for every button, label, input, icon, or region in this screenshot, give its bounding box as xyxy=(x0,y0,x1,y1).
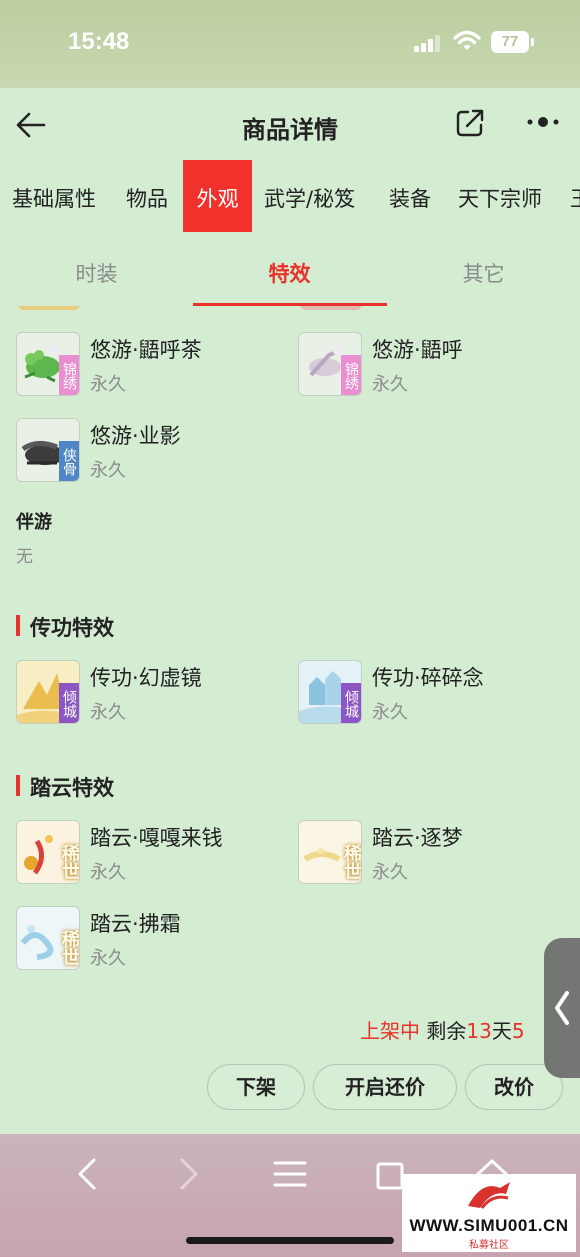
rarity-tag: 稀世 xyxy=(59,844,80,880)
effect-item[interactable]: 稀世 踏云·拂霜 永久 xyxy=(16,906,276,972)
effect-duration: 永久 xyxy=(90,862,126,883)
effect-duration: 永久 xyxy=(90,948,126,969)
effect-duration: 永久 xyxy=(372,702,408,723)
action-bar: 下架 开启还价 改价 xyxy=(0,1064,580,1112)
tab-overflow[interactable]: 王 xyxy=(570,160,580,232)
rarity-tag: 稀世 xyxy=(341,844,362,880)
tab-items[interactable]: 物品 xyxy=(126,160,168,232)
signal-icon xyxy=(414,34,442,52)
listing-status: 上架中 剩余13天5 xyxy=(360,1015,525,1044)
effect-duration: 永久 xyxy=(372,374,408,395)
rarity-tag: 倾城 xyxy=(341,683,361,723)
subtab-fashion[interactable]: 时装 xyxy=(0,258,193,288)
remaining-days-unit: 天 xyxy=(491,1019,512,1043)
effect-thumbnail: 倾城 xyxy=(16,660,80,724)
browser-menu-icon[interactable] xyxy=(272,1156,308,1192)
browser-forward-icon[interactable] xyxy=(170,1156,206,1192)
effect-item[interactable]: 倾城 传功·幻虚镜 永久 xyxy=(16,660,276,726)
delist-button[interactable]: 下架 xyxy=(207,1064,305,1110)
status-time: 15:48 xyxy=(68,28,130,55)
effect-thumbnail: 锦绣 xyxy=(16,332,80,396)
share-icon[interactable] xyxy=(454,107,486,139)
effect-name: 传功·幻虚镜 xyxy=(90,666,202,690)
main-tabs: 基础属性 物品 外观 武学/秘笈 装备 天下宗师 王 xyxy=(0,160,580,232)
effect-thumbnail: 倾城 xyxy=(298,660,362,724)
page-title: 商品详情 xyxy=(242,116,338,144)
listing-state: 上架中 xyxy=(360,1019,420,1043)
tab-equipment[interactable]: 装备 xyxy=(389,160,431,232)
header: 商品详情 xyxy=(0,88,580,160)
effect-item[interactable]: 侠骨 悠游·业影 永久 xyxy=(16,418,276,484)
watermark-subtitle: 私募社区 xyxy=(469,1240,509,1251)
tab-grandmaster[interactable]: 天下宗师 xyxy=(458,160,542,232)
effect-name: 踏云·拂霜 xyxy=(90,912,181,936)
partial-item-thumbnail xyxy=(18,306,80,310)
watermark-url: WWW.SIMU001.CN xyxy=(409,1216,569,1235)
effect-duration: 永久 xyxy=(90,460,126,481)
more-icon[interactable] xyxy=(524,116,562,128)
partial-item-thumbnail xyxy=(300,306,362,310)
effect-thumbnail: 侠骨 xyxy=(16,418,80,482)
subtab-other[interactable]: 其它 xyxy=(387,258,580,288)
chevron-left-icon xyxy=(555,991,569,1025)
effect-item[interactable]: 稀世 踏云·嘎嘎来钱 永久 xyxy=(16,820,276,886)
companion-label: 伴游 xyxy=(16,512,52,533)
section-title-tayun: 踏云特效 xyxy=(16,772,114,802)
effect-name: 踏云·嘎嘎来钱 xyxy=(90,826,223,850)
subtab-effects[interactable]: 特效 xyxy=(193,258,386,288)
remaining-label: 剩余 xyxy=(426,1019,467,1043)
open-bargain-button[interactable]: 开启还价 xyxy=(313,1064,457,1110)
effect-name: 踏云·逐梦 xyxy=(372,826,463,850)
rarity-tag: 锦绣 xyxy=(59,355,79,395)
effects-list[interactable]: 锦绣 悠游·鼯呼茶 永久 锦绣 悠游·鼯呼 永久 侠骨 悠游·业影 永久 伴游 … xyxy=(0,306,580,1006)
tab-martial-arts[interactable]: 武学/秘笈 xyxy=(264,160,355,232)
effect-name: 悠游·鼯呼 xyxy=(372,338,463,362)
side-drawer-handle[interactable] xyxy=(544,938,580,1078)
remaining-days: 13 xyxy=(466,1019,492,1043)
effect-duration: 永久 xyxy=(90,702,126,723)
effect-thumbnail: 稀世 xyxy=(298,820,362,884)
effect-item[interactable]: 锦绣 悠游·鼯呼茶 永久 xyxy=(16,332,276,398)
effect-duration: 永久 xyxy=(90,374,126,395)
effect-item[interactable]: 倾城 传功·碎碎念 永久 xyxy=(298,660,558,726)
watermark: WWW.SIMU001.CN 私募社区 xyxy=(402,1174,576,1252)
effect-thumbnail: 锦绣 xyxy=(298,332,362,396)
rarity-tag: 锦绣 xyxy=(341,355,361,395)
rarity-tag: 侠骨 xyxy=(59,441,79,481)
effect-thumbnail: 稀世 xyxy=(16,820,80,884)
companion-value: 无 xyxy=(16,547,33,567)
section-title-chuangong: 传功特效 xyxy=(16,612,114,642)
effect-name: 传功·碎碎念 xyxy=(372,666,484,690)
wifi-icon xyxy=(453,30,481,50)
rarity-tag: 倾城 xyxy=(59,683,79,723)
remaining-hours: 5 xyxy=(511,1019,525,1043)
status-bar: 15:48 77 xyxy=(0,0,580,88)
tab-appearance[interactable]: 外观 xyxy=(183,160,252,232)
home-indicator[interactable] xyxy=(186,1237,394,1244)
effect-item[interactable]: 锦绣 悠游·鼯呼 永久 xyxy=(298,332,558,398)
tab-basic-attributes[interactable]: 基础属性 xyxy=(12,160,96,232)
browser-back-icon[interactable] xyxy=(70,1156,106,1192)
sub-tabs: 时装 特效 其它 xyxy=(0,240,580,306)
rarity-tag: 稀世 xyxy=(59,930,80,966)
battery-icon: 77 xyxy=(491,31,534,53)
effect-item[interactable]: 稀世 踏云·逐梦 永久 xyxy=(298,820,558,886)
effect-name: 悠游·业影 xyxy=(90,424,181,448)
effect-duration: 永久 xyxy=(372,862,408,883)
effect-thumbnail: 稀世 xyxy=(16,906,80,970)
watermark-logo xyxy=(468,1182,510,1209)
effect-name: 悠游·鼯呼茶 xyxy=(90,338,202,362)
